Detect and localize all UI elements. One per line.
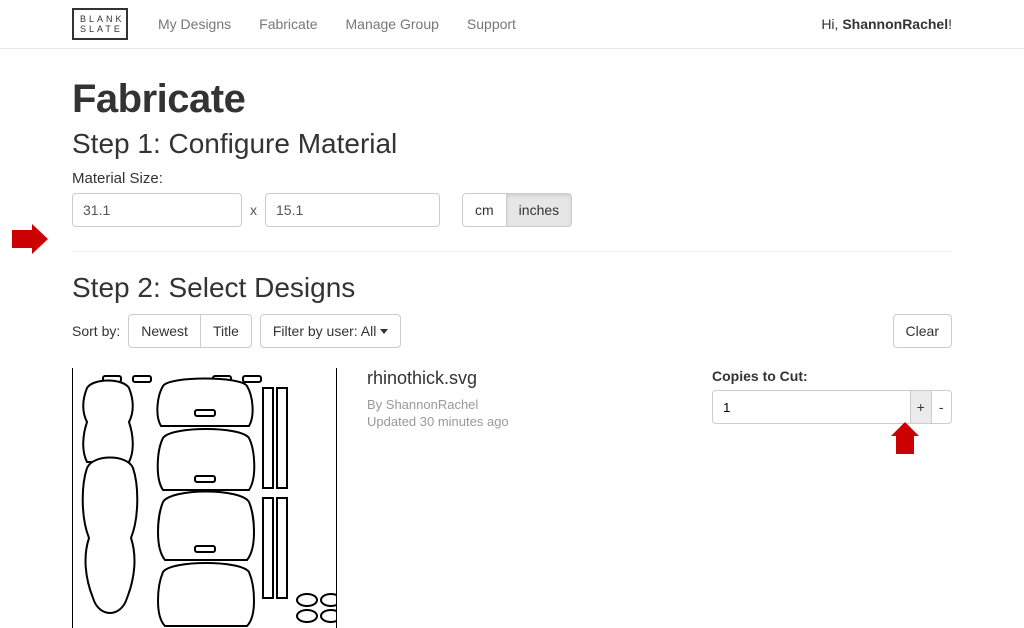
top-navbar: BLANK SLATE My Designs Fabricate Manage …: [0, 0, 1024, 49]
greeting-username: ShannonRachel: [842, 16, 948, 32]
nav-fabricate[interactable]: Fabricate: [259, 16, 317, 32]
copies-label: Copies to Cut:: [712, 368, 952, 384]
copies-plus-button[interactable]: +: [910, 390, 932, 424]
step1-title: Step 1: Configure Material: [72, 128, 952, 160]
annotation-arrow-plus: [896, 436, 952, 454]
step2-title: Step 2: Select Designs: [72, 272, 952, 304]
material-size-label: Material Size:: [72, 170, 952, 187]
sort-newest-button[interactable]: Newest: [128, 314, 201, 348]
copies-input[interactable]: [712, 390, 911, 424]
unit-cm-button[interactable]: cm: [462, 193, 507, 227]
logo-line2: SLATE: [80, 24, 120, 34]
filter-user-dropdown[interactable]: Filter by user: All: [260, 314, 401, 348]
greeting-prefix: Hi,: [821, 16, 842, 32]
nav-greeting[interactable]: Hi, ShannonRachel!: [821, 16, 952, 32]
nav-my-designs[interactable]: My Designs: [158, 16, 231, 32]
copies-column: Copies to Cut: + -: [712, 368, 952, 454]
chevron-down-icon: [380, 329, 388, 334]
greeting-bang: !: [948, 16, 952, 32]
material-size-row: x cm inches: [72, 193, 952, 227]
nav-links: My Designs Fabricate Manage Group Suppor…: [158, 16, 516, 32]
material-height-input[interactable]: [265, 193, 440, 227]
logo-line1: BLANK: [80, 14, 120, 24]
design-meta: rhinothick.svg By ShannonRachel Updated …: [367, 368, 627, 431]
design-toolbar: Sort by: Newest Title Filter by user: Al…: [72, 314, 952, 348]
sort-by-label: Sort by:: [72, 323, 120, 339]
logo[interactable]: BLANK SLATE: [72, 8, 128, 40]
section-divider: [72, 251, 952, 252]
dimension-separator: x: [250, 202, 257, 218]
sort-group: Newest Title: [128, 314, 252, 348]
filter-user-label: Filter by user: All: [273, 323, 376, 339]
material-width-input[interactable]: [72, 193, 242, 227]
page-title: Fabricate: [72, 77, 952, 122]
design-filename: rhinothick.svg: [367, 368, 627, 389]
copies-minus-button[interactable]: -: [931, 390, 953, 424]
design-preview[interactable]: [72, 368, 337, 628]
copies-row: + -: [712, 390, 952, 424]
design-author: By ShannonRachel: [367, 397, 627, 412]
page-container: Fabricate Step 1: Configure Material Mat…: [72, 49, 952, 628]
sort-title-button[interactable]: Title: [200, 314, 252, 348]
design-updated: Updated 30 minutes ago: [367, 414, 627, 429]
clear-button[interactable]: Clear: [893, 314, 952, 348]
unit-inches-button[interactable]: inches: [506, 193, 572, 227]
design-row: rhinothick.svg By ShannonRachel Updated …: [72, 368, 952, 628]
nav-support[interactable]: Support: [467, 16, 516, 32]
unit-toggle: cm inches: [462, 193, 572, 227]
nav-manage-group[interactable]: Manage Group: [346, 16, 439, 32]
